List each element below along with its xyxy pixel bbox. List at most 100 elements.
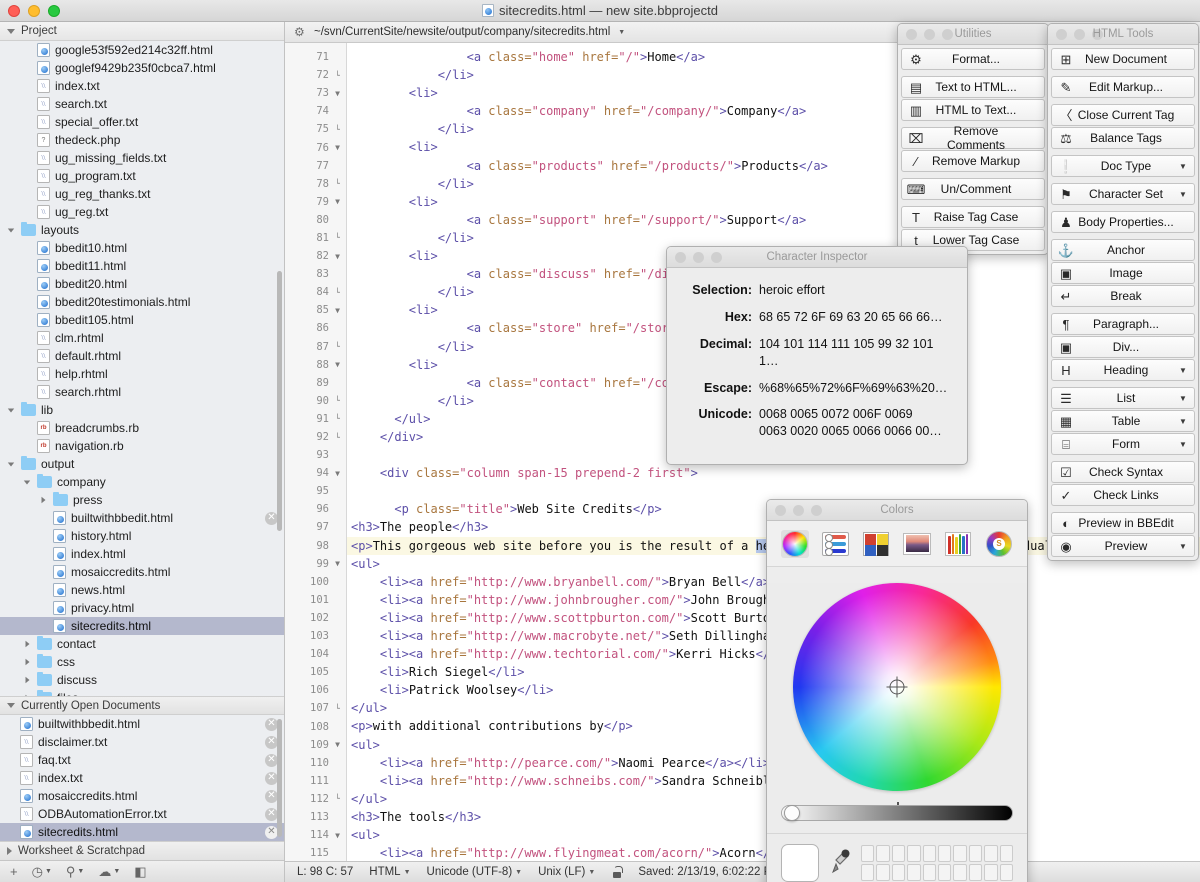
- tree-folder-row[interactable]: lib: [0, 401, 284, 419]
- project-file-tree[interactable]: google53f592ed214c32ff.htmlgooglef9429b2…: [0, 41, 284, 696]
- open-document-row[interactable]: mosaiccredits.html✕: [0, 787, 284, 805]
- gutter-line[interactable]: 78└: [285, 175, 346, 193]
- color-swatch[interactable]: [876, 864, 889, 881]
- gutter-line[interactable]: 88▼: [285, 356, 346, 374]
- chevron-down-icon[interactable]: ▼: [1176, 440, 1190, 449]
- color-wheel-icon[interactable]: [781, 530, 809, 558]
- tree-folder-row[interactable]: css: [0, 653, 284, 671]
- tree-file-row[interactable]: index.txt: [0, 77, 284, 95]
- code-fold-marker[interactable]: └: [333, 233, 342, 242]
- tree-folder-row[interactable]: company: [0, 473, 284, 491]
- gutter-line[interactable]: 74: [285, 102, 346, 120]
- recent-clock-icon[interactable]: ◷▼: [32, 864, 52, 880]
- open-document-row[interactable]: builtwithbbedit.html✕: [0, 715, 284, 733]
- gutter-line[interactable]: 76▼: [285, 138, 346, 156]
- check-links-button[interactable]: ✓Check Links: [1051, 484, 1195, 506]
- gutter-line[interactable]: 79▼: [285, 193, 346, 211]
- chevron-down-icon[interactable]: ▼: [618, 29, 625, 36]
- gutter-line[interactable]: 71: [285, 48, 346, 66]
- split-view-icon[interactable]: ◧: [134, 864, 146, 880]
- gutter-line[interactable]: 99▼: [285, 555, 346, 573]
- tree-folder-row[interactable]: output: [0, 455, 284, 473]
- tree-file-row[interactable]: ug_reg_thanks.txt: [0, 185, 284, 203]
- chevron-down-icon[interactable]: [6, 228, 16, 233]
- chevron-right-icon[interactable]: [22, 640, 32, 648]
- edit-markup-button[interactable]: ✎Edit Markup...: [1051, 76, 1195, 98]
- utilities-palette-titlebar[interactable]: Utilities: [898, 24, 1048, 45]
- colors-mode-toolbar[interactable]: [767, 521, 1027, 567]
- code-fold-marker[interactable]: └: [333, 179, 342, 188]
- magnifier-color-picker-icon[interactable]: [985, 530, 1013, 558]
- gutter-line[interactable]: 90└: [285, 392, 346, 410]
- gutter-line[interactable]: 111: [285, 772, 346, 790]
- remove-comments-button[interactable]: ⌧Remove Comments: [901, 127, 1045, 149]
- tree-file-row[interactable]: search.rhtml: [0, 383, 284, 401]
- gutter-line[interactable]: 85▼: [285, 301, 346, 319]
- code-fold-marker[interactable]: └: [333, 342, 342, 351]
- chevron-down-icon[interactable]: ▼: [113, 868, 120, 875]
- chevron-down-icon[interactable]: ▼: [1176, 162, 1190, 171]
- selected-color-swatch[interactable]: [781, 844, 819, 882]
- image-button[interactable]: ▣Image: [1051, 262, 1195, 284]
- color-swatch[interactable]: [938, 845, 951, 862]
- tree-file-row[interactable]: ug_reg.txt: [0, 203, 284, 221]
- project-section-header[interactable]: Project: [0, 22, 284, 41]
- form-button[interactable]: ⌸Form▼: [1051, 433, 1195, 455]
- chevron-down-icon[interactable]: [6, 408, 16, 413]
- gutter-line[interactable]: 109▼: [285, 736, 346, 754]
- color-swatch[interactable]: [1000, 845, 1013, 862]
- unlocked-padlock-icon[interactable]: [611, 866, 622, 878]
- chevron-down-icon[interactable]: [7, 703, 15, 708]
- tree-folder-row[interactable]: contact: [0, 635, 284, 653]
- tree-file-row[interactable]: navigation.rb: [0, 437, 284, 455]
- gear-icon[interactable]: ⚙: [294, 26, 306, 38]
- color-swatch[interactable]: [923, 845, 936, 862]
- utilities-button-list[interactable]: ⚙Format...▤Text to HTML...▥HTML to Text.…: [898, 45, 1048, 254]
- code-fold-marker[interactable]: ▼: [333, 197, 342, 206]
- gutter-line[interactable]: 110: [285, 754, 346, 772]
- format-button[interactable]: ⚙Format...: [901, 48, 1045, 70]
- gutter-line[interactable]: 98: [285, 537, 346, 555]
- tree-file-row[interactable]: bbedit11.html: [0, 257, 284, 275]
- color-swatch[interactable]: [892, 845, 905, 862]
- tree-file-row[interactable]: breadcrumbs.rb: [0, 419, 284, 437]
- eyedropper-icon[interactable]: [829, 848, 851, 878]
- color-swatch[interactable]: [953, 864, 966, 881]
- color-swatch[interactable]: [907, 845, 920, 862]
- break-button[interactable]: ↵Break: [1051, 285, 1195, 307]
- character-inspector-titlebar[interactable]: Character Inspector: [667, 247, 967, 268]
- language-menu[interactable]: HTML ▼: [369, 866, 410, 878]
- tree-file-row[interactable]: ug_program.txt: [0, 167, 284, 185]
- gutter-line[interactable]: 106: [285, 681, 346, 699]
- line-number-gutter[interactable]: 7172└73▼7475└76▼7778└79▼8081└82▼8384└85▼…: [285, 43, 347, 861]
- color-swatch[interactable]: [953, 845, 966, 862]
- tree-file-row[interactable]: bbedit10.html: [0, 239, 284, 257]
- preview-in-bbedit-button[interactable]: ◐Preview in BBEdit: [1051, 512, 1195, 534]
- crayons-icon[interactable]: [944, 530, 972, 558]
- gutter-line[interactable]: 75└: [285, 120, 346, 138]
- gutter-line[interactable]: 89: [285, 374, 346, 392]
- code-fold-marker[interactable]: ▼: [333, 469, 342, 478]
- gutter-line[interactable]: 108: [285, 717, 346, 735]
- gutter-line[interactable]: 94▼: [285, 464, 346, 482]
- swatch-tray[interactable]: [767, 833, 1027, 882]
- chevron-right-icon[interactable]: [22, 694, 32, 696]
- tree-file-row[interactable]: search.txt: [0, 95, 284, 113]
- gutter-line[interactable]: 103: [285, 627, 346, 645]
- gutter-line[interactable]: 80: [285, 211, 346, 229]
- gutter-line[interactable]: 97: [285, 518, 346, 536]
- anchor-button[interactable]: ⚓Anchor: [1051, 239, 1195, 261]
- gutter-line[interactable]: 101: [285, 591, 346, 609]
- tree-file-row[interactable]: index.html: [0, 545, 284, 563]
- scratchpad-section-header[interactable]: Worksheet & Scratchpad: [0, 841, 284, 860]
- color-swatch[interactable]: [861, 864, 874, 881]
- open-document-row[interactable]: faq.txt✕: [0, 751, 284, 769]
- scm-cloud-icon[interactable]: ☁▼: [98, 864, 120, 880]
- code-fold-marker[interactable]: ▼: [333, 559, 342, 568]
- plus-icon[interactable]: +: [10, 864, 18, 879]
- chevron-right-icon[interactable]: [22, 658, 32, 666]
- color-swatch[interactable]: [984, 864, 997, 881]
- chevron-down-icon[interactable]: ▼: [404, 869, 411, 876]
- code-fold-marker[interactable]: └: [333, 414, 342, 423]
- paragraph-button[interactable]: ¶Paragraph...: [1051, 313, 1195, 335]
